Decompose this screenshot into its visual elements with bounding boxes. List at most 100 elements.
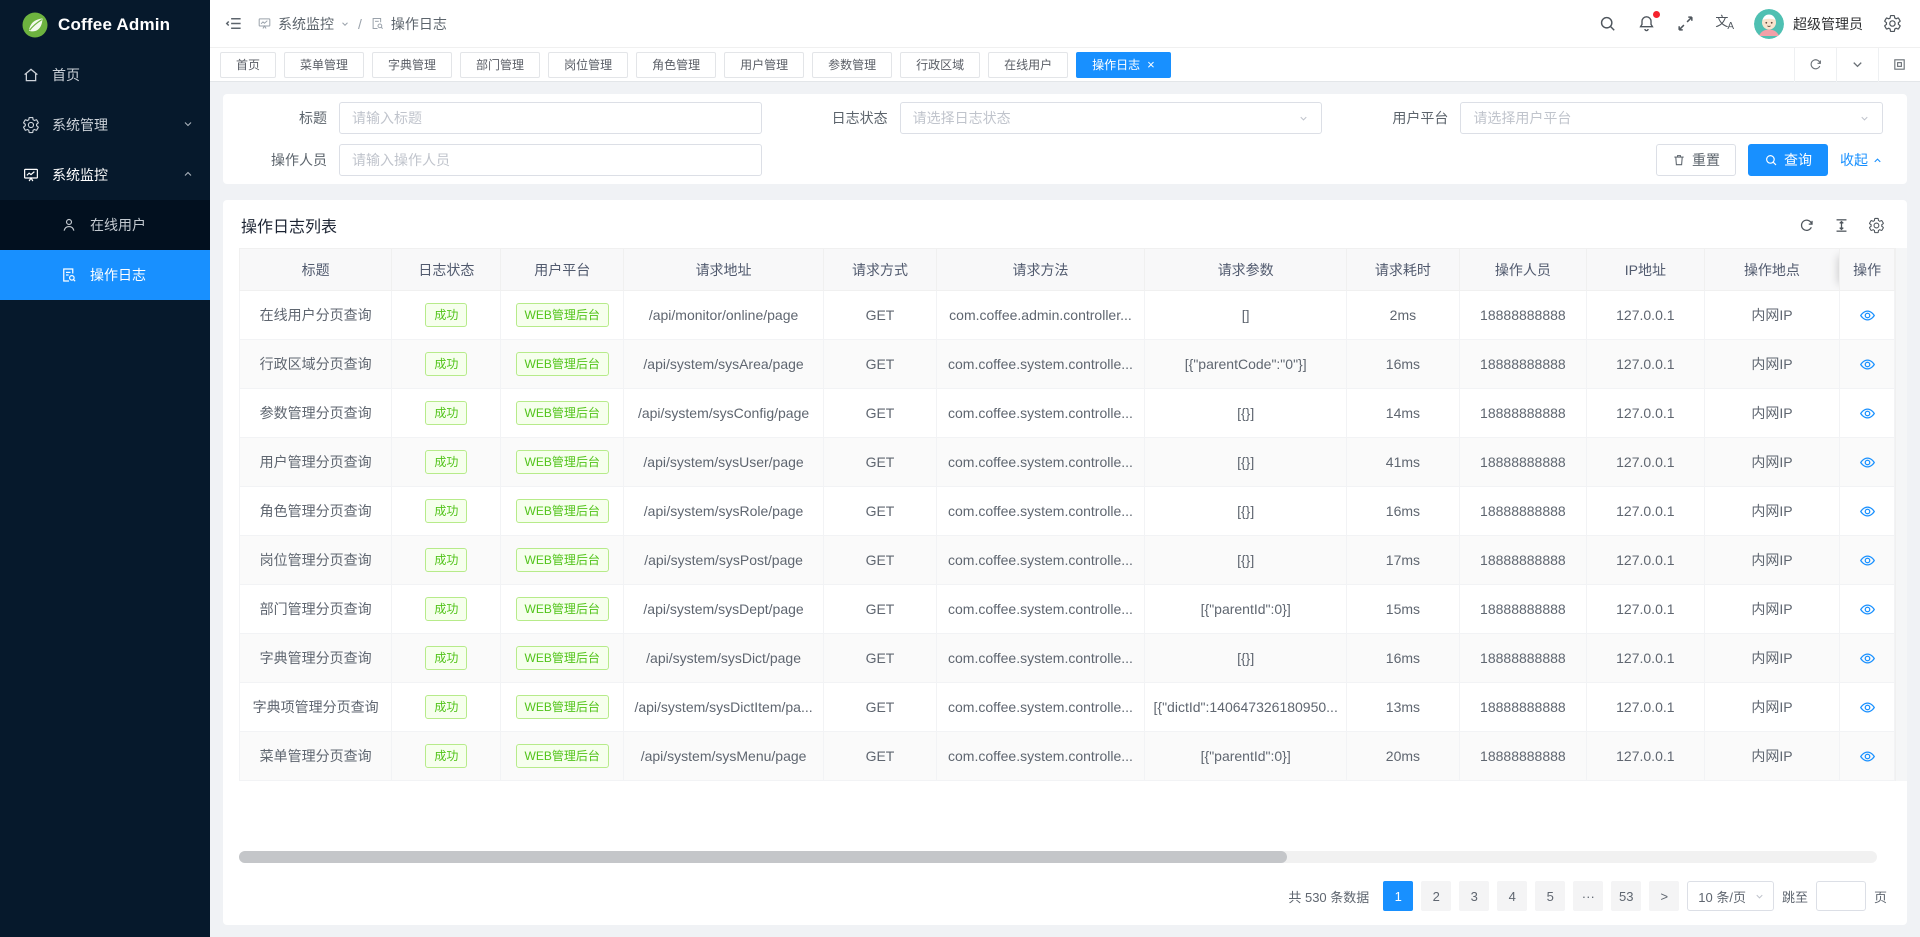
page-button-53[interactable]: 53 <box>1611 881 1641 911</box>
reset-button-label: 重置 <box>1692 150 1720 170</box>
cell-action <box>1840 291 1895 340</box>
tab-5[interactable]: 角色管理 <box>636 52 716 78</box>
pagination-ellipsis[interactable]: ··· <box>1573 881 1603 911</box>
search-icon[interactable] <box>1598 14 1617 33</box>
table-row: 字典管理分页查询成功WEB管理后台/api/system/sysDict/pag… <box>240 634 1895 683</box>
chevron-down-icon[interactable] <box>1836 48 1878 82</box>
view-detail-eye-icon[interactable] <box>1859 699 1876 716</box>
search-icon <box>1764 153 1778 167</box>
tab-0[interactable]: 首页 <box>220 52 276 78</box>
cell-handler: com.coffee.admin.controller... <box>936 291 1145 340</box>
view-detail-eye-icon[interactable] <box>1859 650 1876 667</box>
tab-8[interactable]: 行政区域 <box>900 52 980 78</box>
column-header-6: 请求参数 <box>1145 249 1347 291</box>
table-row: 字典项管理分页查询成功WEB管理后台/api/system/sysDictIte… <box>240 683 1895 732</box>
cell-status: 成功 <box>392 389 501 438</box>
pagination: 共 530 条数据 12345···53 > 10 条/页 跳至 页 <box>223 879 1907 925</box>
settings-gear-icon[interactable] <box>1883 14 1902 33</box>
cell-location: 内网IP <box>1704 634 1840 683</box>
jump-page-input[interactable] <box>1816 881 1866 911</box>
cell-url: /api/system/sysDictItem/pa... <box>623 683 823 732</box>
fullscreen-icon[interactable] <box>1676 14 1695 33</box>
page-size-select[interactable]: 10 条/页 <box>1687 881 1774 911</box>
cell-platform: WEB管理后台 <box>501 438 623 487</box>
page-button-3[interactable]: 3 <box>1459 881 1489 911</box>
log-status-select[interactable]: 请选择日志状态 <box>900 102 1323 134</box>
notification-bell-icon[interactable] <box>1637 14 1656 33</box>
view-detail-eye-icon[interactable] <box>1859 454 1876 471</box>
cell-status: 成功 <box>392 340 501 389</box>
view-detail-eye-icon[interactable] <box>1859 356 1876 373</box>
translate-icon[interactable]: 文A <box>1715 15 1734 32</box>
tab-label: 操作日志 <box>1092 56 1140 73</box>
collapse-filters-link[interactable]: 收起 <box>1840 150 1883 170</box>
sidebar-item-operation-log[interactable]: 操作日志 <box>0 250 210 300</box>
column-settings-gear-icon[interactable] <box>1868 217 1885 234</box>
tab-1[interactable]: 菜单管理 <box>284 52 364 78</box>
page-button-1[interactable]: 1 <box>1383 881 1413 911</box>
table-row: 行政区域分页查询成功WEB管理后台/api/system/sysArea/pag… <box>240 340 1895 389</box>
platform-tag: WEB管理后台 <box>516 499 609 523</box>
cell-duration: 13ms <box>1347 683 1460 732</box>
page-button-4[interactable]: 4 <box>1497 881 1527 911</box>
tab-3[interactable]: 部门管理 <box>460 52 540 78</box>
column-header-11: 操作 <box>1840 249 1895 291</box>
refresh-icon[interactable] <box>1794 48 1836 82</box>
tab-label: 菜单管理 <box>300 56 348 73</box>
refresh-icon[interactable] <box>1798 217 1815 234</box>
horizontal-scrollbar-thumb[interactable] <box>239 851 1287 863</box>
reset-button[interactable]: 重置 <box>1656 144 1736 176</box>
view-detail-eye-icon[interactable] <box>1859 552 1876 569</box>
status-tag: 成功 <box>425 499 467 523</box>
cell-method: GET <box>824 389 937 438</box>
sidebar-collapse-icon[interactable] <box>224 14 243 33</box>
user-menu[interactable]: 超级管理员 <box>1754 9 1863 39</box>
title-input[interactable] <box>339 102 762 134</box>
tab-4[interactable]: 岗位管理 <box>548 52 628 78</box>
view-detail-eye-icon[interactable] <box>1859 601 1876 618</box>
cell-duration: 16ms <box>1347 340 1460 389</box>
tab-controls <box>1794 48 1920 82</box>
sidebar-item-home[interactable]: 首页 <box>0 50 210 100</box>
cell-method: GET <box>824 585 937 634</box>
view-detail-eye-icon[interactable] <box>1859 503 1876 520</box>
sidebar-item-system-management[interactable]: 系统管理 <box>0 100 210 150</box>
density-icon[interactable] <box>1833 217 1850 234</box>
tab-6[interactable]: 用户管理 <box>724 52 804 78</box>
view-detail-eye-icon[interactable] <box>1859 405 1876 422</box>
cell-location: 内网IP <box>1704 487 1840 536</box>
view-detail-eye-icon[interactable] <box>1859 748 1876 765</box>
cell-operator: 18888888888 <box>1459 340 1586 389</box>
logo[interactable]: Coffee Admin <box>0 0 210 50</box>
cell-title: 菜单管理分页查询 <box>240 732 392 781</box>
operator-input[interactable] <box>339 144 762 176</box>
cell-handler: com.coffee.system.controlle... <box>936 389 1145 438</box>
breadcrumb-item[interactable]: 系统监控 <box>278 14 334 34</box>
tab-7[interactable]: 参数管理 <box>812 52 892 78</box>
next-page-button[interactable]: > <box>1649 881 1679 911</box>
cell-params: [{}] <box>1145 438 1347 487</box>
query-button[interactable]: 查询 <box>1748 144 1828 176</box>
user-platform-select[interactable]: 请选择用户平台 <box>1460 102 1883 134</box>
cell-location: 内网IP <box>1704 732 1840 781</box>
column-header-2: 用户平台 <box>501 249 623 291</box>
cell-method: GET <box>824 340 937 389</box>
cell-operator: 18888888888 <box>1459 683 1586 732</box>
view-detail-eye-icon[interactable] <box>1859 307 1876 324</box>
tab-close-icon[interactable]: × <box>1147 58 1155 71</box>
sidebar-item-system-monitor[interactable]: 系统监控 <box>0 150 210 200</box>
cell-url: /api/system/sysPost/page <box>623 536 823 585</box>
cell-status: 成功 <box>392 291 501 340</box>
cell-params: [{}] <box>1145 634 1347 683</box>
cell-method: GET <box>824 291 937 340</box>
tab-label: 行政区域 <box>916 56 964 73</box>
tab-2[interactable]: 字典管理 <box>372 52 452 78</box>
vertical-scrollbar[interactable] <box>1895 248 1907 781</box>
sidebar-item-online-users[interactable]: 在线用户 <box>0 200 210 250</box>
page-button-5[interactable]: 5 <box>1535 881 1565 911</box>
cell-status: 成功 <box>392 732 501 781</box>
tab-10[interactable]: 操作日志 × <box>1076 52 1171 78</box>
page-button-2[interactable]: 2 <box>1421 881 1451 911</box>
maximize-icon[interactable] <box>1878 48 1920 82</box>
tab-9[interactable]: 在线用户 <box>988 52 1068 78</box>
